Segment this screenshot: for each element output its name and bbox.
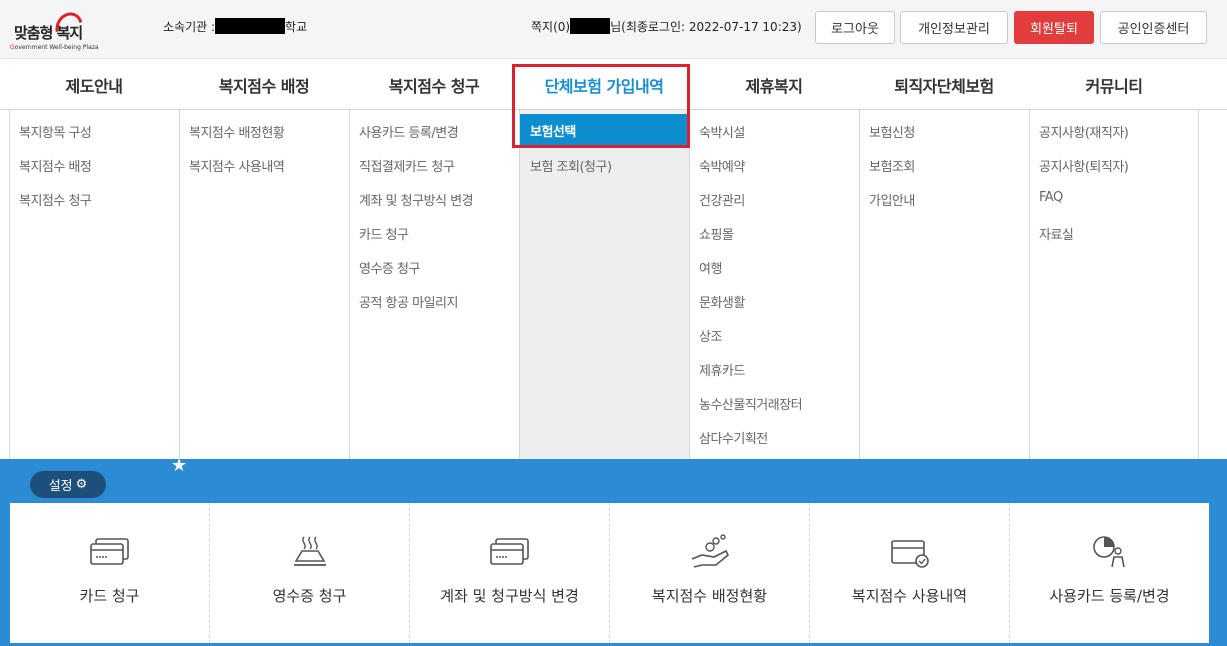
quick-points-usage[interactable]: 복지점수 사용내역 xyxy=(810,503,1010,643)
profile-button[interactable]: 개인정보관리 xyxy=(900,11,1008,44)
quick-label: 복지점수 배정현황 xyxy=(651,587,768,605)
logo-subtitle: Government Well-being Plaza xyxy=(10,44,99,51)
menu-col-group-insurance: 보험선택 보험 조회(청구) xyxy=(519,110,689,459)
quick-label: 사용카드 등록/변경 xyxy=(1049,587,1170,605)
menu-item[interactable]: 쇼핑몰 xyxy=(699,224,734,243)
card-check-icon xyxy=(890,540,929,568)
menu-item[interactable]: 보험신청 xyxy=(869,122,915,141)
quick-label: 카드 청구 xyxy=(79,587,140,605)
menu-item[interactable]: 제휴카드 xyxy=(699,360,745,379)
org-label: 소속기관 : xyxy=(163,20,216,34)
quick-service-title: 자주 찾는 서비스 xyxy=(30,451,138,460)
menu-item[interactable]: 여행 xyxy=(699,258,722,277)
credit-card-icon xyxy=(89,538,129,565)
menu-col-points-allocation: 복지점수 배정현황 복지점수 사용내역 xyxy=(179,110,349,459)
menu-col-points-claim: 사용카드 등록/변경 직접결제카드 청구 계좌 및 청구방식 변경 카드 청구 … xyxy=(349,110,519,459)
menu-item[interactable]: 복지점수 배정 xyxy=(19,156,92,175)
menu-item[interactable]: 농수산물직거래장터 xyxy=(699,394,803,413)
quick-label: 복지점수 사용내역 xyxy=(851,587,968,605)
menu-col-partner-welfare: 숙박시설 숙박예약 건강관리 쇼핑몰 여행 문화생활 상조 제휴카드 농수산물직… xyxy=(689,110,859,459)
quick-card-register[interactable]: 사용카드 등록/변경 xyxy=(1010,503,1209,643)
quick-service-list: 카드 청구 영수증 청구 계좌 및 청구방식 변경 복지점수 배정현황 복지점수… xyxy=(10,503,1209,643)
cards-icon xyxy=(489,538,529,565)
menu-item[interactable]: 복지항목 구성 xyxy=(19,122,92,141)
menu-item[interactable]: 계좌 및 청구방식 변경 xyxy=(359,190,474,209)
quick-label: 계좌 및 청구방식 변경 xyxy=(440,587,579,605)
hand-coins-icon xyxy=(691,534,729,568)
menu-item[interactable]: 가입안내 xyxy=(869,190,915,209)
menu-col-community: 공지사항(재직자) 공지사항(퇴직자) FAQ 자료실 xyxy=(1029,110,1199,459)
menu-item[interactable]: 건강관리 xyxy=(699,190,745,209)
star-icon: ★ xyxy=(171,455,188,476)
menu-item[interactable]: FAQ xyxy=(1039,190,1063,205)
cert-center-button[interactable]: 공인인증센터 xyxy=(1100,11,1207,44)
menu-item[interactable]: 영수증 청구 xyxy=(359,258,420,277)
pie-user-icon xyxy=(1092,536,1125,568)
menu-item[interactable]: 삼다수기획전 xyxy=(699,428,768,447)
menu-col-system-guide: 복지항목 구성 복지점수 배정 복지점수 청구 xyxy=(9,110,179,459)
logo[interactable]: 맞춤형 복지 Government Well-being Plaza xyxy=(10,6,110,54)
redacted-user xyxy=(570,18,611,34)
menu-item[interactable]: 카드 청구 xyxy=(359,224,409,243)
menu-item[interactable]: 사용카드 등록/변경 xyxy=(359,122,459,141)
withdraw-button[interactable]: 회원탈퇴 xyxy=(1014,11,1094,44)
nav-group-insurance[interactable]: 단체보험 가입내역 xyxy=(519,60,689,110)
last-login: 님(최종로그인: 2022-07-17 10:23) xyxy=(610,20,802,34)
menu-item[interactable]: 복지점수 배정현황 xyxy=(189,122,285,141)
nav-community[interactable]: 커뮤니티 xyxy=(1029,60,1199,110)
menu-item[interactable]: 보험 조회(청구) xyxy=(530,156,612,175)
settings-label: 설정 xyxy=(48,479,73,494)
nav-points-allocation[interactable]: 복지점수 배정 xyxy=(179,60,349,110)
menu-item[interactable]: 직접결제카드 청구 xyxy=(359,156,455,175)
menu-item[interactable]: 자료실 xyxy=(1039,224,1074,243)
quick-points-status[interactable]: 복지점수 배정현황 xyxy=(610,503,810,643)
nav-partner-welfare[interactable]: 제휴복지 xyxy=(689,60,859,110)
menu-item[interactable]: 상조 xyxy=(699,326,722,345)
redacted-org xyxy=(215,18,286,34)
menu-item-insurance-select[interactable]: 보험선택 xyxy=(520,114,688,146)
logout-button[interactable]: 로그아웃 xyxy=(815,11,895,44)
nav-retiree-insurance[interactable]: 퇴직자단체보험 xyxy=(859,60,1029,110)
settings-button[interactable]: 설정 ⚙ xyxy=(30,471,106,498)
quick-service-banner: 자주 찾는 서비스 ★ 설정 ⚙ 카드 청구 영수증 청구 계좌 및 청구방식 … xyxy=(0,451,1227,646)
menu-item[interactable]: 문화생활 xyxy=(699,292,745,311)
menu-item[interactable]: 숙박시설 xyxy=(699,122,745,141)
receipt-icon xyxy=(293,536,326,566)
quick-label: 영수증 청구 xyxy=(272,587,347,605)
menu-item[interactable]: 복지점수 청구 xyxy=(19,190,92,209)
org-info: 소속기관 : 학교 xyxy=(163,18,307,35)
menu-item[interactable]: 공지사항(재직자) xyxy=(1039,122,1129,141)
quick-account-change[interactable]: 계좌 및 청구방식 변경 xyxy=(410,503,610,643)
user-info: 쪽지(0) 님(최종로그인: 2022-07-17 10:23) xyxy=(531,18,802,35)
menu-item[interactable]: 복지점수 사용내역 xyxy=(189,156,285,175)
menu-item[interactable]: 숙박예약 xyxy=(699,156,745,175)
menu-item[interactable]: 보험조회 xyxy=(869,156,915,175)
top-bar: 맞춤형 복지 Government Well-being Plaza 소속기관 … xyxy=(0,0,1227,59)
org-suffix: 학교 xyxy=(285,20,308,34)
quick-card-claim[interactable]: 카드 청구 xyxy=(10,503,210,643)
gear-icon: ⚙ xyxy=(75,477,88,492)
nav-points-claim[interactable]: 복지점수 청구 xyxy=(349,60,519,110)
nav-system-guide[interactable]: 제도안내 xyxy=(9,60,179,110)
menu-item[interactable]: 공적 항공 마일리지 xyxy=(359,292,458,311)
menu-item[interactable]: 공지사항(퇴직자) xyxy=(1039,156,1129,175)
main-nav: 제도안내 복지점수 배정 복지점수 청구 단체보험 가입내역 제휴복지 퇴직자단… xyxy=(0,60,1227,110)
message-count[interactable]: 쪽지(0) xyxy=(531,20,570,34)
mega-menu: 복지항목 구성 복지점수 배정 복지점수 청구 복지점수 배정현황 복지점수 사… xyxy=(0,110,1227,459)
logo-text: 맞춤형 복지 xyxy=(14,24,83,42)
menu-col-retiree-insurance: 보험신청 보험조회 가입안내 xyxy=(859,110,1029,459)
quick-receipt-claim[interactable]: 영수증 청구 xyxy=(210,503,410,643)
